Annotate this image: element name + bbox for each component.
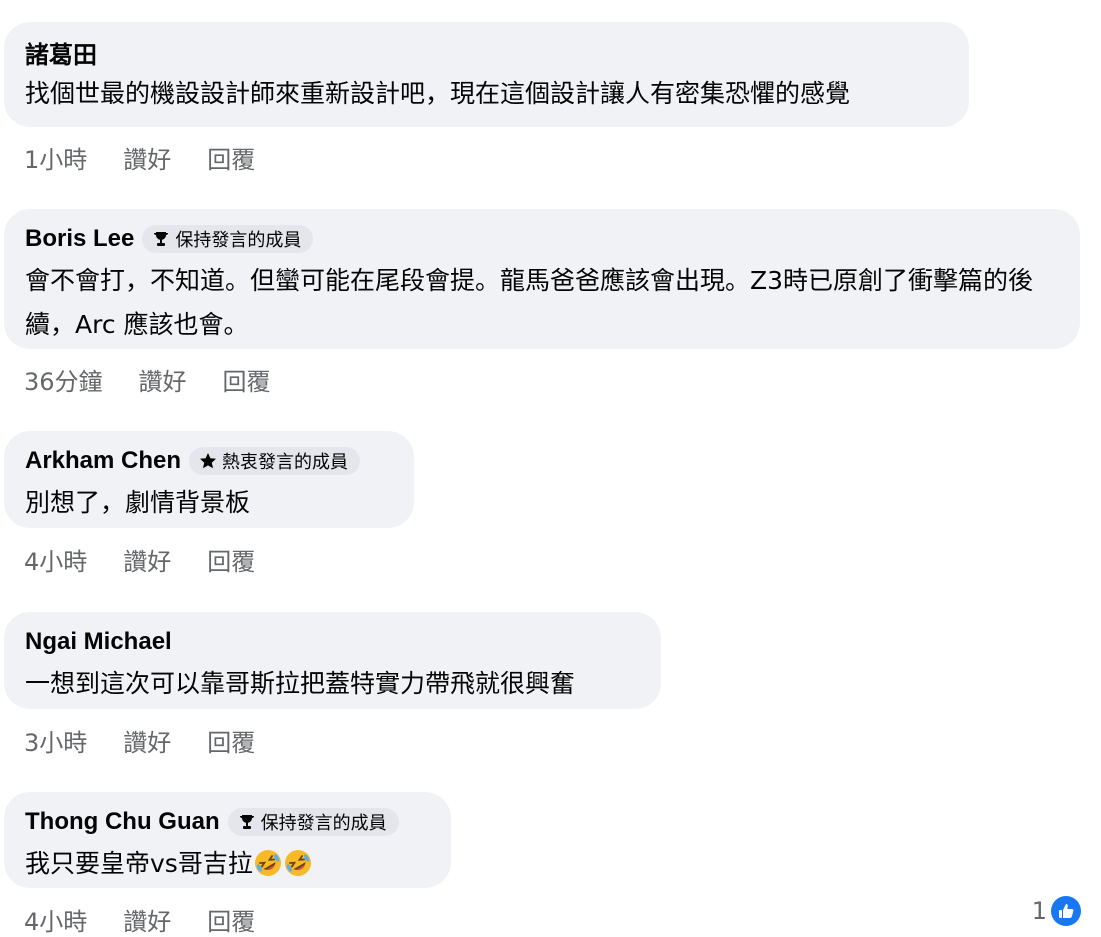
reply-button[interactable]: 回覆 (207, 723, 255, 758)
comment-time[interactable]: 4小時 (24, 902, 87, 937)
comment-actions: 1小時 讚好 回覆 (24, 140, 255, 175)
comment-actions: 36分鐘 讚好 回覆 (24, 362, 271, 397)
star-icon (199, 452, 217, 470)
trophy-icon (152, 230, 170, 248)
comment-text: 我只要皇帝vs哥吉拉 (25, 842, 431, 886)
comment-text: 找個世最的機設設計師來重新設計吧，現在這個設計讓人有密集恐懼的感覺 (25, 79, 851, 108)
comment-header: 諸葛田 (25, 35, 949, 70)
comment-bubble: 諸葛田 找個世最的機設設計師來重新設計吧，現在這個設計讓人有密集恐懼的感覺 (4, 22, 969, 127)
badge-label: 保持發言的成員 (175, 230, 302, 251)
comment-time[interactable]: 3小時 (24, 723, 87, 758)
comment-text-body: 我只要皇帝vs哥吉拉 (25, 849, 253, 878)
member-badge: 保持發言的成員 (227, 808, 399, 836)
comment-header: Arkham Chen 熱衷發言的成員 (25, 445, 394, 477)
comment-header: Boris Lee 保持發言的成員 (25, 223, 1060, 255)
comment-bubble: Boris Lee 保持發言的成員 會不會打，不知道。但蠻可能在尾段會提。龍馬爸… (4, 209, 1080, 349)
comment-text: 一想到這次可以靠哥斯拉把蓋特實力帶飛就很興奮 (25, 669, 576, 698)
author-name[interactable]: Arkham Chen (25, 447, 181, 475)
reply-button[interactable]: 回覆 (207, 902, 255, 937)
author-name[interactable]: 諸葛田 (25, 35, 97, 70)
badge-label: 熱衷發言的成員 (222, 452, 349, 473)
reaction-summary[interactable]: 1 (1032, 896, 1081, 926)
like-icon (1051, 896, 1081, 926)
like-button[interactable]: 讚好 (123, 723, 171, 758)
comment-time[interactable]: 1小時 (24, 140, 87, 175)
comment-actions: 3小時 讚好 回覆 (24, 723, 255, 758)
like-button[interactable]: 讚好 (123, 902, 171, 937)
comment-time[interactable]: 4小時 (24, 542, 87, 577)
comment-bubble: Arkham Chen 熱衷發言的成員 別想了，劇情背景板 (4, 431, 414, 528)
rolling-laughing-emoji (283, 848, 313, 878)
member-badge: 保持發言的成員 (142, 225, 314, 253)
comment-text: 會不會打，不知道。但蠻可能在尾段會提。龍馬爸爸應該會出現。Z3時已原創了衝擊篇的… (25, 266, 1034, 339)
like-button[interactable]: 讚好 (123, 140, 171, 175)
trophy-icon (238, 813, 256, 831)
reply-button[interactable]: 回覆 (207, 140, 255, 175)
author-name[interactable]: Boris Lee (25, 225, 134, 253)
author-name[interactable]: Ngai Michael (25, 628, 172, 656)
reaction-count: 1 (1031, 897, 1047, 925)
rolling-laughing-emoji (253, 848, 283, 878)
member-badge: 熱衷發言的成員 (189, 447, 361, 475)
comment-actions: 4小時 讚好 回覆 (24, 902, 255, 937)
comment-header: Ngai Michael (25, 626, 641, 658)
reply-button[interactable]: 回覆 (207, 542, 255, 577)
reply-button[interactable]: 回覆 (223, 362, 271, 397)
comment-text: 別想了，劇情背景板 (25, 488, 251, 517)
comment-time[interactable]: 36分鐘 (24, 362, 103, 397)
badge-label: 保持發言的成員 (260, 813, 387, 834)
comment-header: Thong Chu Guan 保持發言的成員 (25, 806, 431, 838)
like-button[interactable]: 讚好 (123, 542, 171, 577)
author-name[interactable]: Thong Chu Guan (25, 808, 220, 836)
like-button[interactable]: 讚好 (139, 362, 187, 397)
comment-bubble: Ngai Michael 一想到這次可以靠哥斯拉把蓋特實力帶飛就很興奮 (4, 612, 661, 709)
comment-actions: 4小時 讚好 回覆 (24, 542, 255, 577)
comment-bubble: Thong Chu Guan 保持發言的成員 我只要皇帝vs哥吉拉 (4, 792, 451, 888)
